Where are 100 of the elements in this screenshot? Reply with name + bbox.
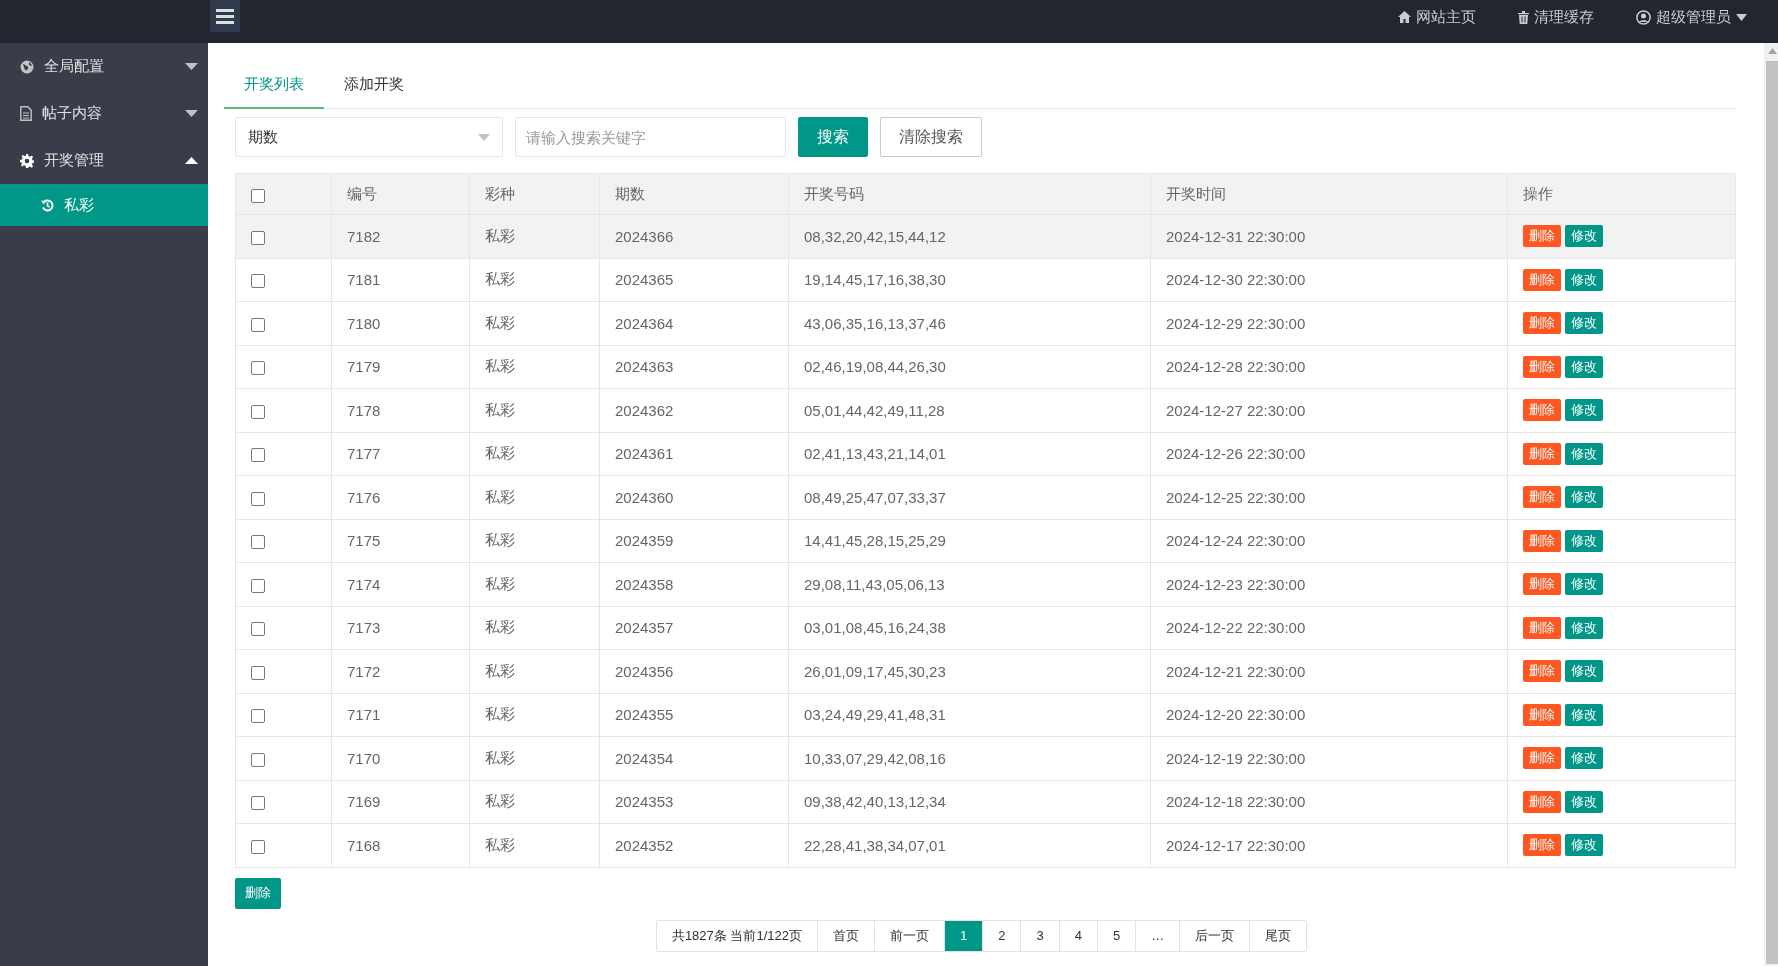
- table-row[interactable]: 7168 私彩 2024352 22,28,41,38,34,07,01 2024-12-17 22:30:00 删除 修改: [235, 823, 1736, 867]
- checkbox[interactable]: [251, 752, 265, 767]
- table-row[interactable]: 7180 私彩 2024364 43,06,35,16,13,37,46 2024-12-29 22:30:00 删除 修改: [235, 301, 1736, 345]
- checkbox[interactable]: [251, 578, 265, 593]
- table-cell: 7175: [331, 519, 470, 563]
- table-row[interactable]: 7173 私彩 2024357 03,01,08,45,16,24,38 2024-12-22 22:30:00 删除 修改: [235, 606, 1736, 650]
- table-cell: 43,06,35,16,13,37,46: [788, 301, 1151, 345]
- edit-button[interactable]: 修改: [1565, 834, 1603, 857]
- edit-button[interactable]: 修改: [1565, 442, 1603, 465]
- delete-button[interactable]: 删除: [1523, 660, 1561, 683]
- delete-button[interactable]: 删除: [1523, 573, 1561, 596]
- edit-button[interactable]: 修改: [1565, 399, 1603, 422]
- table-cell: 7176: [331, 475, 470, 519]
- table-row[interactable]: 7179 私彩 2024363 02,46,19,08,44,26,30 2024-12-28 22:30:00 删除 修改: [235, 345, 1736, 389]
- header-link[interactable]: 网站主页: [1398, 0, 1476, 34]
- page-number[interactable]: 3: [1020, 920, 1059, 951]
- delete-button[interactable]: 删除: [1523, 312, 1561, 335]
- table-cell: 7178: [331, 388, 470, 432]
- header-link[interactable]: 超级管理员: [1636, 0, 1747, 34]
- delete-button[interactable]: 删除: [1523, 529, 1561, 552]
- table-cell: 私彩: [469, 649, 600, 693]
- edit-button[interactable]: 修改: [1565, 790, 1603, 813]
- page-number[interactable]: 2: [982, 920, 1021, 951]
- table-row[interactable]: 7182 私彩 2024366 08,32,20,42,15,44,12 2024-12-31 22:30:00 删除 修改: [235, 214, 1736, 258]
- checkbox[interactable]: [251, 317, 265, 332]
- page-number[interactable]: 4: [1058, 920, 1097, 951]
- edit-button[interactable]: 修改: [1565, 225, 1603, 248]
- delete-button[interactable]: 删除: [1523, 703, 1561, 726]
- sidebar-item[interactable]: 开奖管理: [0, 137, 208, 184]
- search-button[interactable]: 搜索: [798, 117, 868, 157]
- field-select[interactable]: 期数: [235, 117, 503, 157]
- delete-button[interactable]: 删除: [1523, 268, 1561, 291]
- table-row[interactable]: 7170 私彩 2024354 10,33,07,29,42,08,16 2024-12-19 22:30:00 删除 修改: [235, 736, 1736, 780]
- table-cell: 03,24,49,29,41,48,31: [788, 693, 1151, 737]
- next-page-link[interactable]: 后一页: [1179, 920, 1250, 951]
- checkbox[interactable]: [251, 622, 265, 637]
- table-row[interactable]: 7175 私彩 2024359 14,41,45,28,15,25,29 2024-12-24 22:30:00 删除 修改: [235, 519, 1736, 563]
- page-number[interactable]: 1: [943, 920, 983, 951]
- table-cell: 7177: [331, 432, 470, 476]
- clear-search-button[interactable]: 清除搜索: [880, 117, 982, 157]
- table-row[interactable]: 7176 私彩 2024360 08,49,25,47,07,33,37 2024-12-25 22:30:00 删除 修改: [235, 475, 1736, 519]
- table-row[interactable]: 7171 私彩 2024355 03,24,49,29,41,48,31 2024-12-20 22:30:00 删除 修改: [235, 693, 1736, 737]
- checkbox[interactable]: [251, 839, 265, 854]
- checkbox[interactable]: [251, 448, 265, 463]
- checkbox[interactable]: [251, 535, 265, 550]
- checkbox[interactable]: [251, 665, 265, 680]
- checkbox[interactable]: [251, 230, 265, 245]
- delete-button[interactable]: 删除: [1523, 834, 1561, 857]
- delete-button[interactable]: 删除: [1523, 442, 1561, 465]
- table-row[interactable]: 7181 私彩 2024365 19,14,45,17,16,38,30 2024-12-30 22:30:00 删除 修改: [235, 258, 1736, 302]
- edit-button[interactable]: 修改: [1565, 486, 1603, 509]
- delete-button[interactable]: 删除: [1523, 747, 1561, 770]
- table-cell: 私彩: [469, 214, 600, 258]
- menu-toggle-button[interactable]: [210, 0, 240, 32]
- column-header: 编号: [331, 173, 470, 215]
- edit-button[interactable]: 修改: [1565, 573, 1603, 596]
- checkbox[interactable]: [251, 404, 265, 419]
- table-cell: 2024-12-26 22:30:00: [1150, 432, 1508, 476]
- delete-button[interactable]: 删除: [1523, 399, 1561, 422]
- checkbox[interactable]: [251, 188, 265, 203]
- delete-button[interactable]: 删除: [1523, 225, 1561, 248]
- delete-button[interactable]: 删除: [1523, 355, 1561, 378]
- edit-button[interactable]: 修改: [1565, 616, 1603, 639]
- first-page-link[interactable]: 首页: [816, 920, 874, 951]
- edit-button[interactable]: 修改: [1565, 268, 1603, 291]
- previous-page-link[interactable]: 前一页: [873, 920, 944, 951]
- table-row[interactable]: 7174 私彩 2024358 29,08,11,43,05,06,13 2024-12-23 22:30:00 删除 修改: [235, 562, 1736, 606]
- table-cell: 7174: [331, 562, 470, 606]
- document-icon: [20, 106, 32, 121]
- checkbox[interactable]: [251, 709, 265, 724]
- table-cell: 2024359: [599, 519, 789, 563]
- bulk-delete-button[interactable]: 删除: [235, 877, 281, 909]
- edit-button[interactable]: 修改: [1565, 747, 1603, 770]
- checkbox[interactable]: [251, 361, 265, 376]
- checkbox[interactable]: [251, 491, 265, 506]
- edit-button[interactable]: 修改: [1565, 529, 1603, 552]
- table-cell: 私彩: [469, 736, 600, 780]
- page-number[interactable]: 5: [1096, 920, 1136, 951]
- last-page-link[interactable]: 尾页: [1249, 920, 1307, 951]
- delete-button[interactable]: 删除: [1523, 790, 1561, 813]
- delete-button[interactable]: 删除: [1523, 486, 1561, 509]
- header-link[interactable]: 清理缓存: [1518, 0, 1594, 34]
- header-link-label: 超级管理员: [1656, 7, 1731, 27]
- edit-button[interactable]: 修改: [1565, 312, 1603, 335]
- edit-button[interactable]: 修改: [1565, 660, 1603, 683]
- tab[interactable]: 开奖列表: [224, 62, 324, 109]
- table-row[interactable]: 7172 私彩 2024356 26,01,09,17,45,30,23 2024-12-21 22:30:00 删除 修改: [235, 649, 1736, 693]
- search-field[interactable]: 请输入搜索关键字: [515, 117, 786, 157]
- table-row[interactable]: 7177 私彩 2024361 02,41,13,43,21,14,01 2024-12-26 22:30:00 删除 修改: [235, 432, 1736, 476]
- sidebar-subitem[interactable]: 私彩: [0, 184, 208, 226]
- checkbox[interactable]: [251, 274, 265, 289]
- sidebar-item[interactable]: 帖子内容: [0, 90, 208, 137]
- delete-button[interactable]: 删除: [1523, 616, 1561, 639]
- edit-button[interactable]: 修改: [1565, 703, 1603, 726]
- sidebar-item[interactable]: 全局配置: [0, 43, 208, 90]
- tab[interactable]: 添加开奖: [324, 62, 424, 109]
- table-row[interactable]: 7178 私彩 2024362 05,01,44,42,49,11,28 2024-12-27 22:30:00 删除 修改: [235, 388, 1736, 432]
- checkbox[interactable]: [251, 796, 265, 811]
- edit-button[interactable]: 修改: [1565, 355, 1603, 378]
- table-row[interactable]: 7169 私彩 2024353 09,38,42,40,13,12,34 2024-12-18 22:30:00 删除 修改: [235, 780, 1736, 824]
